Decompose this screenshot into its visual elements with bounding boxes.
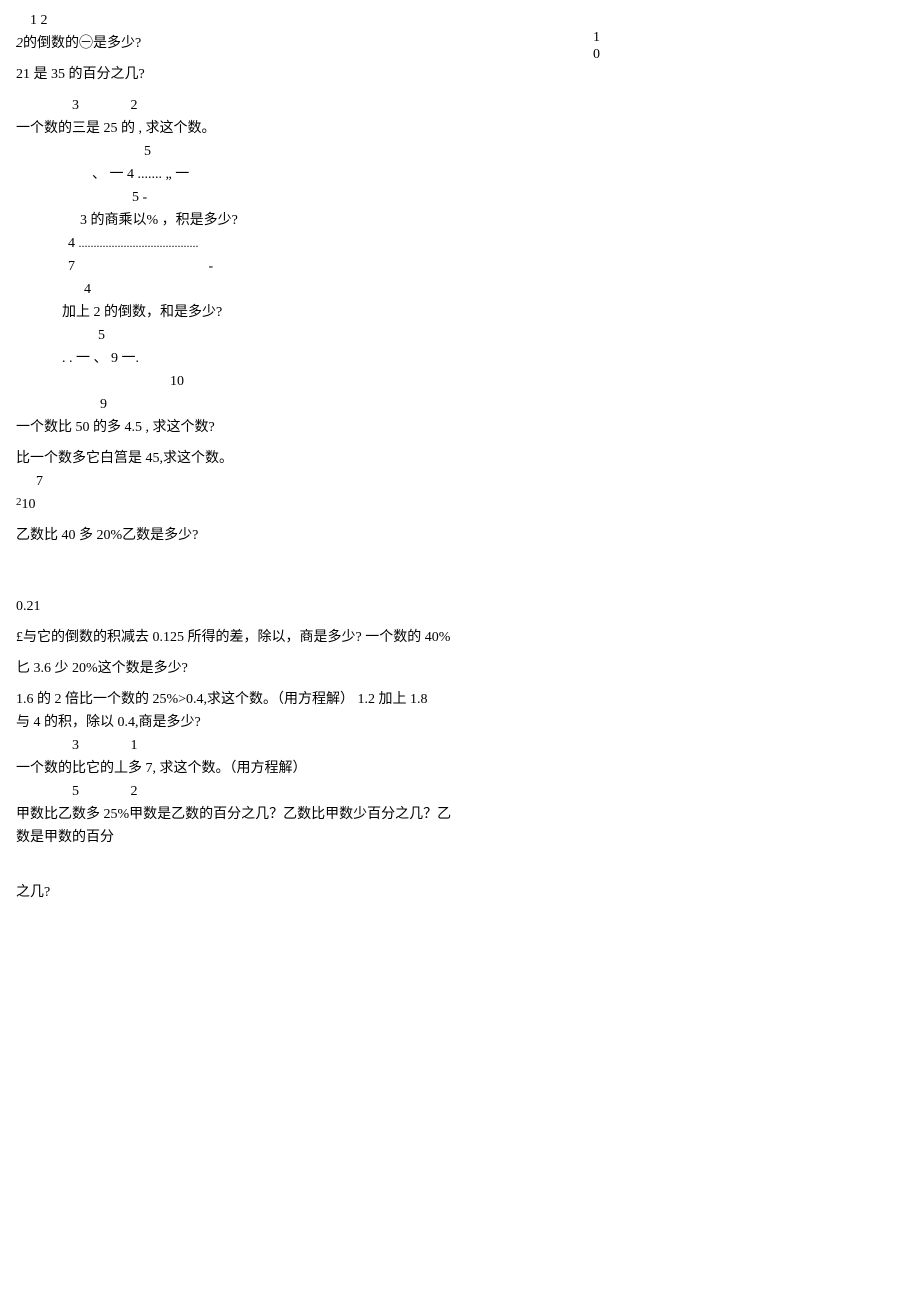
q-jia-yi-25pct: 甲数比乙数多 25%甲数是乙数的百分之几？乙数比甲数少百分之几？乙 [16, 804, 904, 825]
q-reciprocal-text: 的倒数的㊀是多少? [23, 36, 141, 51]
frag-7-dash: 7 - [68, 256, 904, 277]
num-2: 2 [131, 95, 138, 116]
frag-5-dash: 5 - [132, 187, 904, 208]
num-3b: 3 [72, 735, 79, 756]
q-with-4-div-0-4: 与 4 的积，除以 0.4,商是多少? [16, 712, 904, 733]
num-4b: 4 [84, 279, 904, 300]
frac-row-5-2: 5 2 [16, 781, 904, 802]
page-num-1: 1 [593, 30, 600, 47]
content: 1 2 2的倒数的㊀是多少? 21 是 35 的百分之几? 3 2 一个数的三是… [16, 10, 904, 903]
dots-line: ........................................ [79, 236, 199, 250]
q-percent-21-35: 21 是 35 的百分之几? [16, 64, 904, 85]
frac-num: 1 2 [30, 10, 904, 31]
q-jia-yi-cont: 数是甲数的百分 [16, 827, 904, 848]
q-3-quotient-percent: 3 的商乘以% ，积是多少? [80, 210, 904, 231]
num-10b: 10 [22, 497, 36, 512]
q-reciprocal-product-0-125: £与它的倒数的积减去 0.125 所得的差，除以，商是多少? 一个数的 40% [16, 627, 904, 648]
num-5b: 5 [98, 325, 904, 346]
q-number-25: 一个数的三是 25 的 , 求这个数。 [16, 118, 904, 139]
q-plus-2-reciprocal: 加上 2 的倒数，和是多少? [62, 302, 904, 323]
num-9: 9 [100, 394, 904, 415]
q-1-6-twice-25pct: 1.6 的 2 倍比一个数的 25%>0.4,求这个数。（用方程解） 1.2 加… [16, 689, 904, 710]
frag-9: . . 一 、 9 一. [62, 348, 904, 369]
num-3: 3 [72, 95, 79, 116]
frag-2-10: 210 [16, 494, 904, 515]
q-3-6-less-20pct: 匕 3.6 少 20%这个数是多少? [16, 658, 904, 679]
dash: - [209, 256, 214, 277]
num-7b: 7 [36, 471, 904, 492]
page-number-block: 1 0 [593, 30, 600, 64]
q-reciprocal: 2的倒数的㊀是多少? [16, 33, 904, 54]
q-number-50-4-5: 一个数比 50 的多 4.5 , 求这个数? [16, 417, 904, 438]
num-2b: 2 [131, 781, 138, 802]
frac-row-3-2: 3 2 [16, 95, 904, 116]
num-4: 4 [68, 236, 75, 251]
q-more-than-7: 一个数的比它的丄多 7, 求这个数。（用方程解） [16, 758, 904, 779]
frac-denom: 2 [16, 36, 23, 51]
num-5: 5 [144, 141, 904, 162]
q-more-45: 比一个数多它白筥是 45,求这个数。 [16, 448, 904, 469]
q-zhiji: 之几? [16, 882, 904, 903]
num-7: 7 [68, 259, 75, 274]
page-num-0: 0 [593, 47, 600, 64]
num-5c: 5 [72, 781, 79, 802]
frag-4-dots: 4 ......................................… [68, 233, 904, 254]
num-10: 10 [170, 371, 904, 392]
val-0-21: 0.21 [16, 596, 904, 617]
frag-dots-1: 、 一 4 ....... „ 一 [92, 164, 904, 185]
q-yi-40-20pct: 乙数比 40 多 20%乙数是多少? [16, 525, 904, 546]
frac-row-3-1: 3 1 [16, 735, 904, 756]
num-1: 1 [131, 735, 138, 756]
